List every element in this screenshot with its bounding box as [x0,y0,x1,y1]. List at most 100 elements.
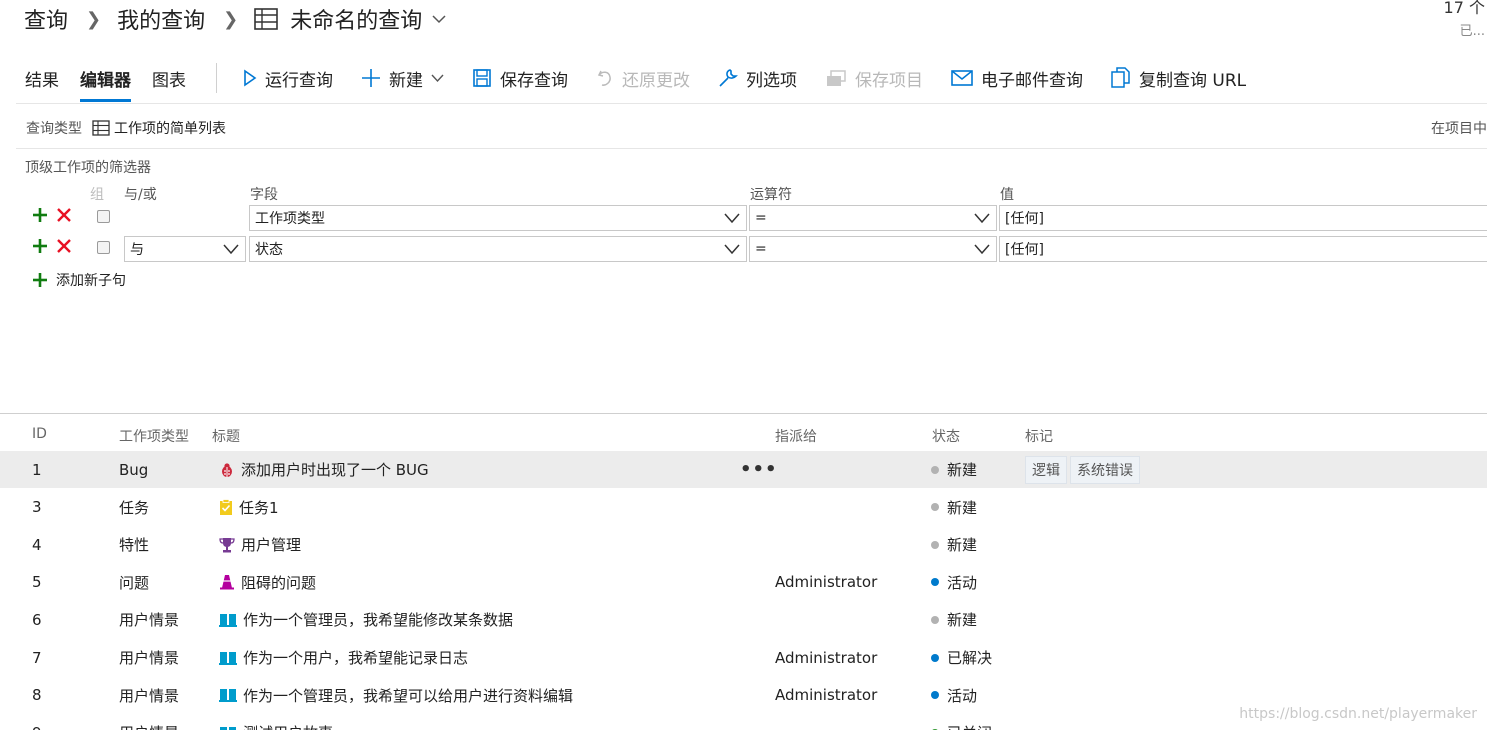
row-id: 3 [32,498,42,517]
tab-charts[interactable]: 图表 [152,54,186,102]
table-row[interactable]: 6 用户情景 作为一个管理员，我希望能修改某条数据 新建 [0,601,1487,638]
column-header-title[interactable]: 标题 [212,426,240,446]
toolbar-divider-line [16,103,1487,104]
wrench-icon [718,68,738,88]
delete-clause-icon[interactable] [56,238,72,254]
row-state: 活动 [947,686,978,705]
save-query-button[interactable]: 保存查询 [472,66,568,91]
revert-changes-button[interactable]: 还原更改 [596,66,690,91]
add-clause-icon[interactable] [32,238,48,254]
operator-select-value: = [755,241,767,257]
row-title-cell[interactable]: 作为一个管理员，我希望可以给用户进行资料编辑 [219,677,573,714]
row-title-cell[interactable]: 任务1 [219,489,279,526]
row-state: 新建 [947,611,978,630]
row-title-cell[interactable]: 用户管理 [219,526,301,563]
row-id: 5 [32,573,42,592]
chevron-right-icon: ❯ [223,8,239,30]
row-id: 9 [32,714,42,730]
save-items-button[interactable]: 保存项目 [825,66,923,91]
tag-badge[interactable]: 系统错误 [1070,455,1140,484]
row-assigned: Administrator [775,686,878,705]
value-input-value: [任何] [1005,242,1044,258]
row-id: 4 [32,535,42,554]
row-title-cell[interactable]: 阻碍的问题 [219,564,316,601]
value-header: 值 [1000,187,1014,203]
row-type: 特性 [119,536,150,555]
email-query-button[interactable]: 电子邮件查询 [951,66,1083,91]
row-type: Bug [119,460,149,479]
copy-query-url-button[interactable]: 复制查询 URL [1111,66,1246,91]
operator-select[interactable]: = [749,205,997,231]
new-button[interactable]: 新建 [361,66,444,91]
row-assigned: Administrator [775,573,878,592]
column-header-assigned[interactable]: 指派给 [775,426,817,446]
more-actions-icon[interactable]: ••• [740,451,778,488]
row-type: 任务 [119,498,150,517]
row-state-cell: 新建 [931,451,977,488]
column-header-type[interactable]: 工作项类型 [119,426,189,446]
table-row[interactable]: 4 特性 用户管理 新建 [0,526,1487,563]
state-dot-icon [931,503,939,512]
row-type: 用户情景 [119,649,180,667]
table-row[interactable]: 1 Bug 添加用户时出现了一个 BUG ••• 新建 逻辑 系统错误 [0,451,1487,488]
state-dot-icon [931,653,939,662]
row-state-cell: 新建 [931,526,977,563]
book-icon [219,650,237,666]
filter-section-title: 顶级工作项的筛选器 [25,160,151,176]
copy-icon [1111,67,1131,89]
in-project-label[interactable]: 在项目中 [1431,118,1487,138]
row-state-cell: 新建 [931,489,977,526]
group-checkbox[interactable] [97,210,110,223]
row-id: 7 [32,648,42,667]
email-query-label: 电子邮件查询 [981,70,1083,91]
mail-icon [951,70,973,86]
row-title: 作为一个用户，我希望能记录日志 [243,649,469,667]
row-title-cell[interactable]: 测试用户故事 [219,714,333,730]
row-state: 已解决 [947,649,993,667]
operator-select[interactable]: = [749,236,997,262]
row-title: 任务1 [239,498,279,517]
andor-select[interactable]: 与 [124,236,246,262]
group-checkbox[interactable] [97,241,110,254]
row-state-cell: 新建 [931,601,977,638]
breadcrumb-my-queries[interactable]: 我的查询 [117,3,205,35]
row-id: 6 [32,610,42,629]
row-title-cell[interactable]: 作为一个用户，我希望能记录日志 [219,639,468,676]
delete-clause-icon[interactable] [56,207,72,223]
query-type-row: 查询类型 工作项的简单列表 [26,118,226,138]
run-query-button[interactable]: 运行查询 [243,66,333,91]
table-grid-icon [254,8,279,30]
column-header-state[interactable]: 状态 [932,426,960,446]
add-new-clause-button[interactable]: 添加新子句 [32,270,126,290]
query-title-dropdown[interactable]: 未命名的查询 [254,3,446,35]
tab-editor[interactable]: 编辑器 [80,54,131,102]
row-title-cell[interactable]: 添加用户时出现了一个 BUG [219,451,429,488]
chevron-down-icon [223,243,239,255]
column-options-button[interactable]: 列选项 [718,66,797,91]
query-type-value: 工作项的简单列表 [114,121,226,137]
value-input[interactable]: [任何] [999,205,1487,231]
column-header-tags[interactable]: 标记 [1025,426,1053,446]
row-state-cell: 已解决 [931,639,992,676]
field-select[interactable]: 状态 [249,236,747,262]
add-new-clause-label: 添加新子句 [56,273,126,289]
breadcrumb-queries[interactable]: 查询 [24,3,68,35]
tab-results[interactable]: 结果 [25,54,59,102]
tag-badge[interactable]: 逻辑 [1025,455,1067,484]
row-state: 新建 [947,461,978,479]
table-row[interactable]: 3 任务 任务1 新建 [0,489,1487,526]
run-query-label: 运行查询 [265,70,333,91]
chevron-down-icon [724,243,740,255]
query-type-selector[interactable]: 工作项的简单列表 [92,118,226,138]
row-state-cell: 活动 [931,677,977,714]
row-title-cell[interactable]: 作为一个管理员，我希望能修改某条数据 [219,601,513,638]
column-header-id[interactable]: ID [32,426,47,442]
field-select[interactable]: 工作项类型 [249,205,747,231]
add-clause-icon[interactable] [32,207,48,223]
value-input[interactable]: [任何] [999,236,1487,262]
table-row[interactable]: 5 问题 阻碍的问题 Administrator 活动 [0,564,1487,601]
table-row[interactable]: 7 用户情景 作为一个用户，我希望能记录日志 Administrator 已解决 [0,639,1487,676]
task-icon [219,498,233,516]
bug-icon [219,462,235,478]
book-icon [219,725,237,730]
